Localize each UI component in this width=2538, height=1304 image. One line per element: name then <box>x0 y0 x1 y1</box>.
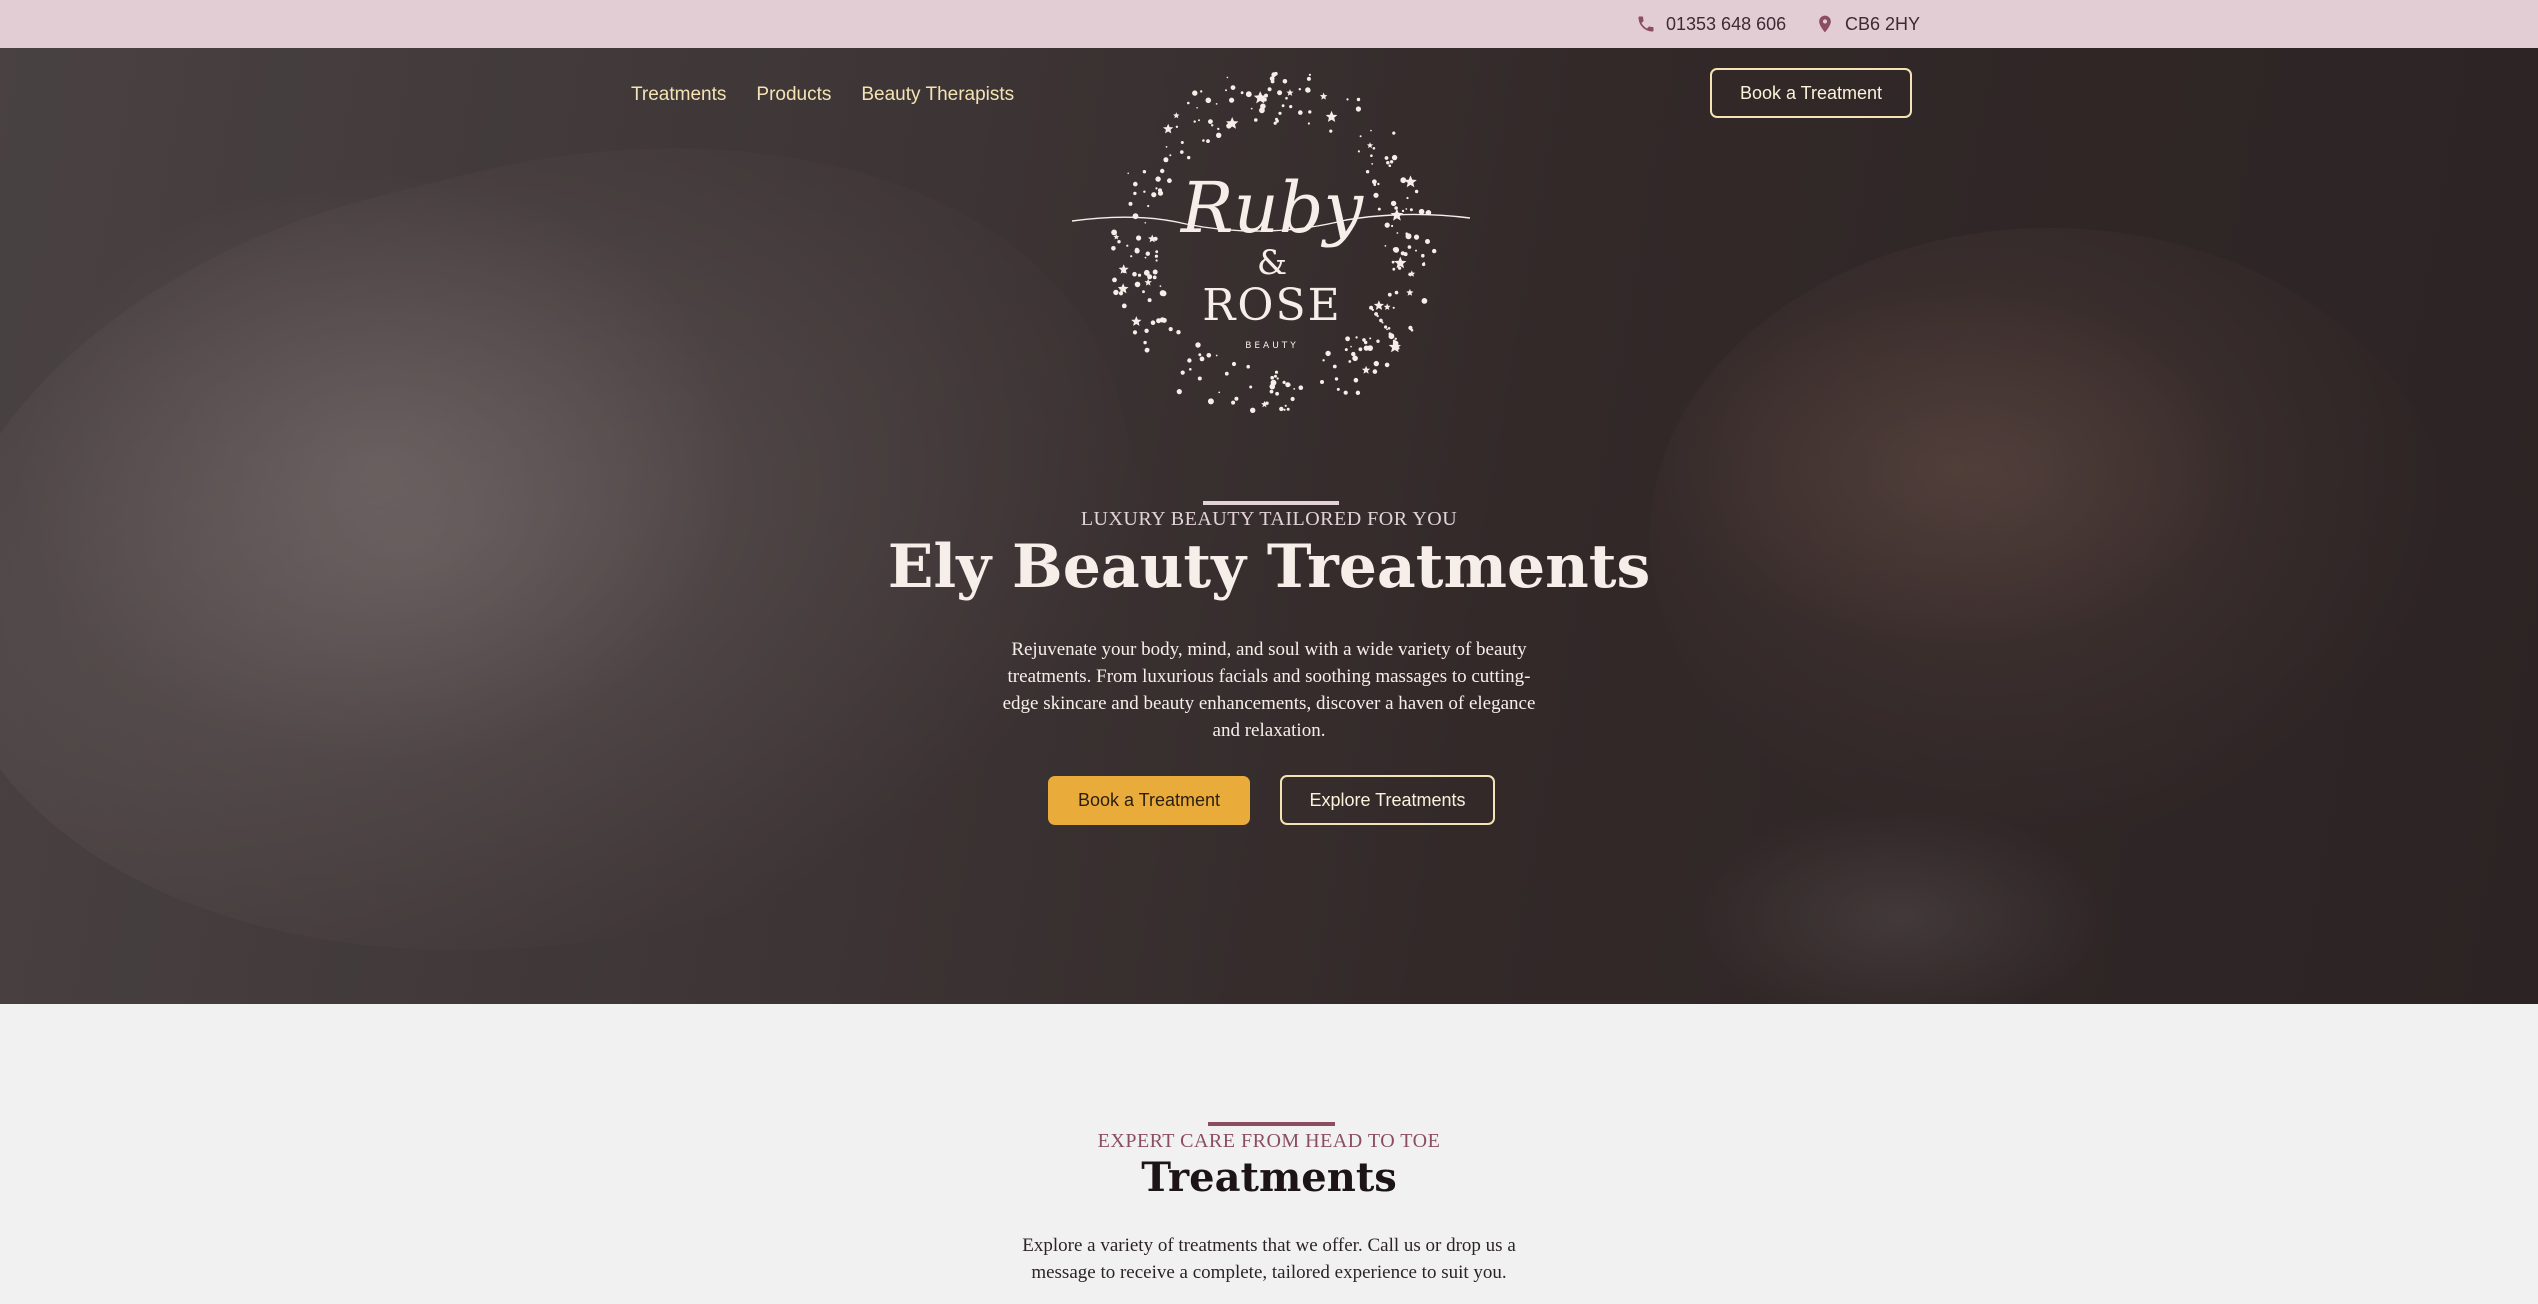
logo-name: ROSE <box>1202 280 1341 331</box>
section-title: Treatments <box>1141 1154 1397 1201</box>
ruby-rose-logo[interactable]: Ruby & ROSE BEAUTY <box>1066 62 1476 442</box>
hero-description: Rejuvenate your body, mind, and soul wit… <box>1002 639 1536 741</box>
treatments-section: EXPERT CARE FROM HEAD TO TOE Treatments … <box>0 1004 2538 1304</box>
hero-eyebrow: LUXURY BEAUTY TAILORED FOR YOU <box>1080 508 1458 530</box>
main-nav: Treatments Products Beauty Therapists <box>631 84 1014 106</box>
nav-treatments[interactable]: Treatments <box>631 84 726 106</box>
logo-script-text: Ruby <box>1179 167 1365 249</box>
phone-contact[interactable]: 01353 648 606 <box>1636 0 1786 48</box>
location-contact[interactable]: CB6 2HY <box>1815 0 1920 48</box>
hero-title: Ely Beauty Treatments <box>887 532 1651 602</box>
header-book-button[interactable]: Book a Treatment <box>1710 68 1912 118</box>
hero-divider <box>1203 501 1339 505</box>
phone-icon <box>1638 16 1654 32</box>
explore-treatments-button[interactable]: Explore Treatments <box>1280 775 1495 825</box>
section-divider <box>1208 1122 1335 1126</box>
nav-beauty-therapists[interactable]: Beauty Therapists <box>861 84 1014 106</box>
map-pin-icon <box>1819 15 1831 33</box>
logo-tagline: BEAUTY <box>1245 341 1299 351</box>
top-contact-bar: 01353 648 606 CB6 2HY <box>0 0 2538 48</box>
postcode[interactable]: CB6 2HY <box>1845 14 1920 35</box>
section-description: Explore a variety of treatments that we … <box>1022 1235 1516 1283</box>
nav-products[interactable]: Products <box>756 84 831 106</box>
hero-section: Treatments Products Beauty Therapists Bo… <box>0 48 2538 1004</box>
section-eyebrow: EXPERT CARE FROM HEAD TO TOE <box>1097 1130 1441 1152</box>
phone-number[interactable]: 01353 648 606 <box>1666 14 1786 35</box>
logo-ampersand: & <box>1257 243 1287 283</box>
book-treatment-button[interactable]: Book a Treatment <box>1048 776 1250 825</box>
